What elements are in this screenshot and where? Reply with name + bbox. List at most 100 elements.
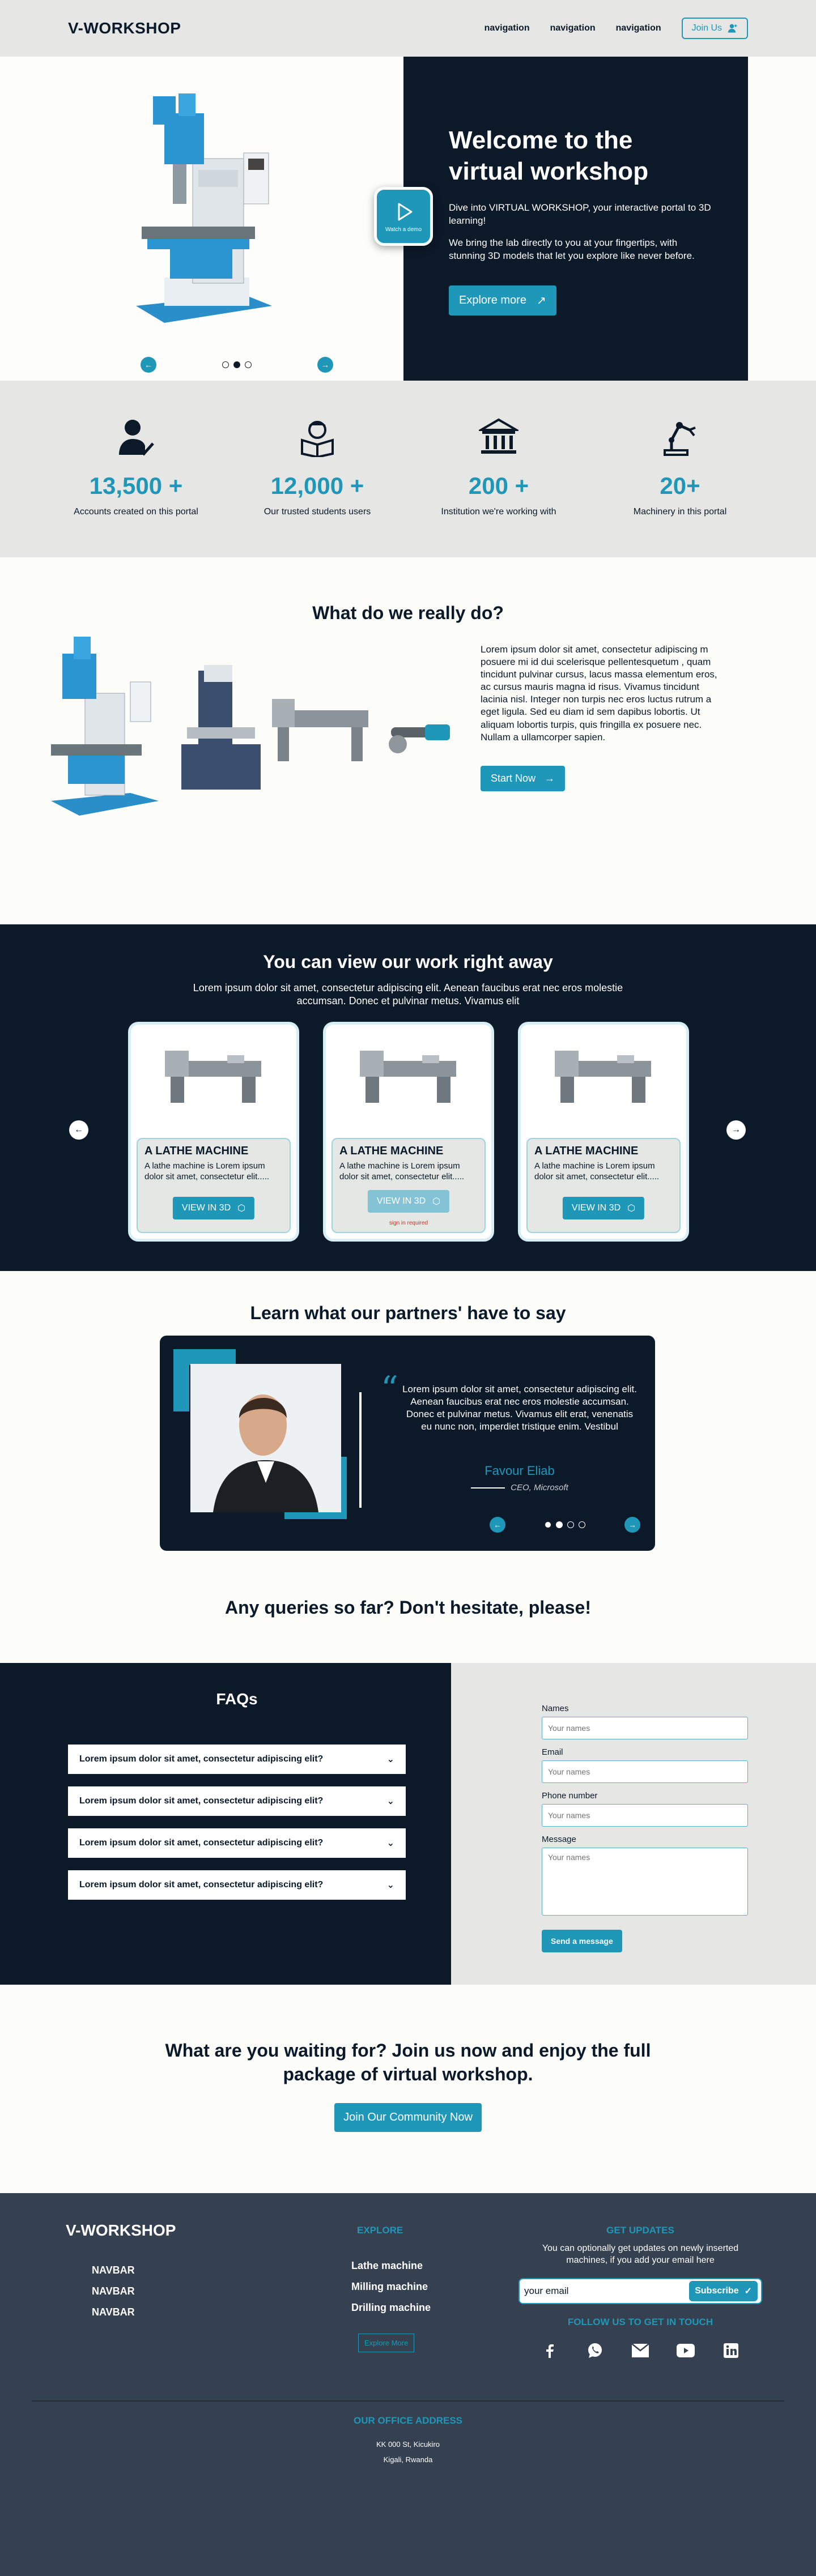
testimonial-role: CEO, Microsoft bbox=[511, 1483, 568, 1492]
machines-image bbox=[51, 637, 450, 816]
subscribe-button[interactable]: Subscribe ✓ bbox=[689, 2280, 758, 2301]
join-community-button[interactable]: Join Our Community Now bbox=[334, 2103, 482, 2133]
hero-carousel-dots bbox=[222, 361, 252, 368]
hero-next-arrow-icon[interactable]: → bbox=[317, 357, 333, 373]
footer-updates-heading: GET UPDATES bbox=[606, 2225, 674, 2236]
facebook-icon[interactable] bbox=[541, 2342, 559, 2360]
stat-label: Machinery in this portal bbox=[633, 507, 727, 517]
section-title: Any queries so far? Don't hesitate, plea… bbox=[225, 1597, 591, 1618]
carousel-dot[interactable] bbox=[222, 361, 229, 368]
lathe-machine-image bbox=[360, 1051, 456, 1103]
footer-divider bbox=[32, 2400, 784, 2402]
testimonial-dot[interactable] bbox=[567, 1521, 574, 1528]
work-next-arrow-icon[interactable]: → bbox=[726, 1120, 746, 1140]
stat-number: 200 + bbox=[468, 472, 529, 499]
testimonial-dots bbox=[545, 1521, 585, 1528]
faq-item[interactable]: Lorem ipsum dolor sit amet, consectetur … bbox=[68, 1870, 406, 1900]
subscribe-label: Subscribe bbox=[695, 2285, 739, 2296]
testimonial-next-arrow-icon[interactable]: → bbox=[624, 1517, 640, 1533]
card-description: A lathe machine is Lorem ipsum dolor sit… bbox=[534, 1161, 660, 1182]
social-links bbox=[533, 2342, 748, 2360]
message-label: Message bbox=[542, 1835, 576, 1844]
phone-field[interactable] bbox=[542, 1804, 748, 1827]
stat-students: 12,000 + Our trusted students users bbox=[255, 415, 380, 518]
faq-item[interactable]: Lorem ipsum dolor sit amet, consectetur … bbox=[68, 1828, 406, 1858]
footer-office: OUR OFFICE ADDRESS KK 000 St, Kicukiro K… bbox=[0, 2415, 816, 2468]
arrow-right-icon: → bbox=[545, 773, 555, 784]
brand-logo[interactable]: V-WORKSHOP bbox=[68, 19, 181, 37]
faq-item[interactable]: Lorem ipsum dolor sit amet, consectetur … bbox=[68, 1786, 406, 1816]
stat-number: 13,500 + bbox=[89, 472, 183, 499]
stat-accounts: 13,500 + Accounts created on this portal bbox=[74, 415, 198, 518]
hero-paragraph-1: Dive into VIRTUAL WORKSHOP, your interac… bbox=[449, 202, 711, 226]
footer-explore-link[interactable]: Lathe machine bbox=[351, 2260, 431, 2272]
chevron-down-icon: ⌄ bbox=[386, 1755, 394, 1764]
photo-frame bbox=[173, 1349, 347, 1519]
work-prev-arrow-icon[interactable]: ← bbox=[69, 1120, 88, 1140]
card-body: A LATHE MACHINE A lathe machine is Lorem… bbox=[526, 1138, 681, 1233]
faq-question: Lorem ipsum dolor sit amet, consectetur … bbox=[79, 1796, 324, 1806]
stat-label: Accounts created on this portal bbox=[74, 507, 198, 517]
nav-link-2[interactable]: navigation bbox=[550, 23, 596, 33]
footer-nav-link[interactable]: NAVBAR bbox=[92, 2306, 135, 2318]
hero-paragraph-2: We bring the lab directly to you at your… bbox=[449, 237, 695, 261]
what-we-do-section: What do we really do? Lorem ipsum dolor … bbox=[0, 557, 816, 924]
check-icon: ✓ bbox=[744, 2286, 752, 2296]
linkedin-icon[interactable] bbox=[722, 2342, 740, 2360]
mail-icon[interactable] bbox=[631, 2342, 649, 2360]
carousel-dot[interactable] bbox=[245, 361, 252, 368]
quote-icon: “ bbox=[381, 1369, 398, 1409]
testimonial-dot[interactable] bbox=[545, 1521, 551, 1528]
footer-explore-list: Lathe machine Milling machine Drilling m… bbox=[351, 2260, 431, 2323]
footer-explore-link[interactable]: Drilling machine bbox=[351, 2302, 431, 2314]
footer-explore-more-button[interactable]: Explore More bbox=[358, 2334, 415, 2352]
footer-nav-link[interactable]: NAVBAR bbox=[92, 2285, 135, 2297]
faq-item[interactable]: Lorem ipsum dolor sit amet, consectetur … bbox=[68, 1745, 406, 1774]
start-now-button[interactable]: Start Now → bbox=[481, 766, 566, 791]
footer-nav-link[interactable]: NAVBAR bbox=[92, 2264, 135, 2276]
milling-machine-image bbox=[136, 93, 272, 323]
testimonial-dot-active[interactable] bbox=[556, 1521, 563, 1528]
subscribe-box: Subscribe ✓ bbox=[518, 2278, 762, 2304]
address-line: KK 000 St, Kicukiro bbox=[376, 2440, 440, 2449]
what-we-do-text: Lorem ipsum dolor sit amet, consectetur … bbox=[481, 644, 717, 743]
watch-demo-button[interactable]: Watch a demo bbox=[374, 187, 433, 246]
whatsapp-icon[interactable] bbox=[586, 2342, 604, 2360]
lathe-machine-image bbox=[165, 1051, 261, 1103]
explore-more-button[interactable]: Explore more ↗ bbox=[449, 285, 556, 315]
testimonial-role-row: CEO, Microsoft bbox=[401, 1483, 638, 1492]
view-in-3d-button[interactable]: VIEW IN 3D ⬡ bbox=[562, 1197, 645, 1219]
view-in-3d-button[interactable]: VIEW IN 3D ⬡ bbox=[172, 1197, 255, 1219]
carousel-dot-active[interactable] bbox=[233, 361, 240, 368]
testimonial-dot[interactable] bbox=[579, 1521, 585, 1528]
faq-title: FAQs bbox=[216, 1690, 258, 1708]
join-us-button[interactable]: Join Us bbox=[681, 18, 748, 39]
nav-link-3[interactable]: navigation bbox=[616, 23, 661, 33]
view-in-3d-label: VIEW IN 3D bbox=[376, 1196, 426, 1206]
message-field[interactable] bbox=[542, 1848, 748, 1916]
testimonial-name: Favour Eliab bbox=[484, 1464, 555, 1478]
nav-link-1[interactable]: navigation bbox=[484, 23, 530, 33]
names-field[interactable] bbox=[542, 1717, 748, 1739]
faq-question: Lorem ipsum dolor sit amet, consectetur … bbox=[79, 1754, 324, 1764]
email-label: Email bbox=[542, 1747, 563, 1757]
faq-question: Lorem ipsum dolor sit amet, consectetur … bbox=[79, 1838, 324, 1848]
section-title: What do we really do? bbox=[312, 603, 504, 623]
email-field[interactable] bbox=[542, 1760, 748, 1783]
card-body: A LATHE MACHINE A lathe machine is Lorem… bbox=[137, 1138, 291, 1233]
testimonial-prev-arrow-icon[interactable]: ← bbox=[490, 1517, 505, 1533]
send-message-button[interactable]: Send a message bbox=[542, 1930, 622, 1952]
view-in-3d-button-disabled[interactable]: VIEW IN 3D ⬡ bbox=[367, 1190, 450, 1213]
footer-explore-link[interactable]: Milling machine bbox=[351, 2281, 431, 2293]
stats-section: 13,500 + Accounts created on this portal… bbox=[0, 381, 816, 557]
navbar: V-WORKSHOP navigation navigation navigat… bbox=[0, 0, 816, 57]
footer-updates-text: You can optionally get updates on newly … bbox=[542, 2244, 739, 2265]
footer-brand[interactable]: V-WORKSHOP bbox=[66, 2221, 176, 2240]
contact-form: Names Email Phone number Message Send a … bbox=[451, 1663, 816, 1985]
section-subtitle: Lorem ipsum dolor sit amet, consectetur … bbox=[193, 982, 623, 1007]
subscribe-email-input[interactable] bbox=[524, 2285, 672, 2297]
join-us-label: Join Us bbox=[691, 23, 722, 33]
youtube-icon[interactable] bbox=[677, 2342, 695, 2360]
faq-contact-section: FAQs Lorem ipsum dolor sit amet, consect… bbox=[0, 1663, 816, 1985]
hero-prev-arrow-icon[interactable]: ← bbox=[141, 357, 156, 373]
